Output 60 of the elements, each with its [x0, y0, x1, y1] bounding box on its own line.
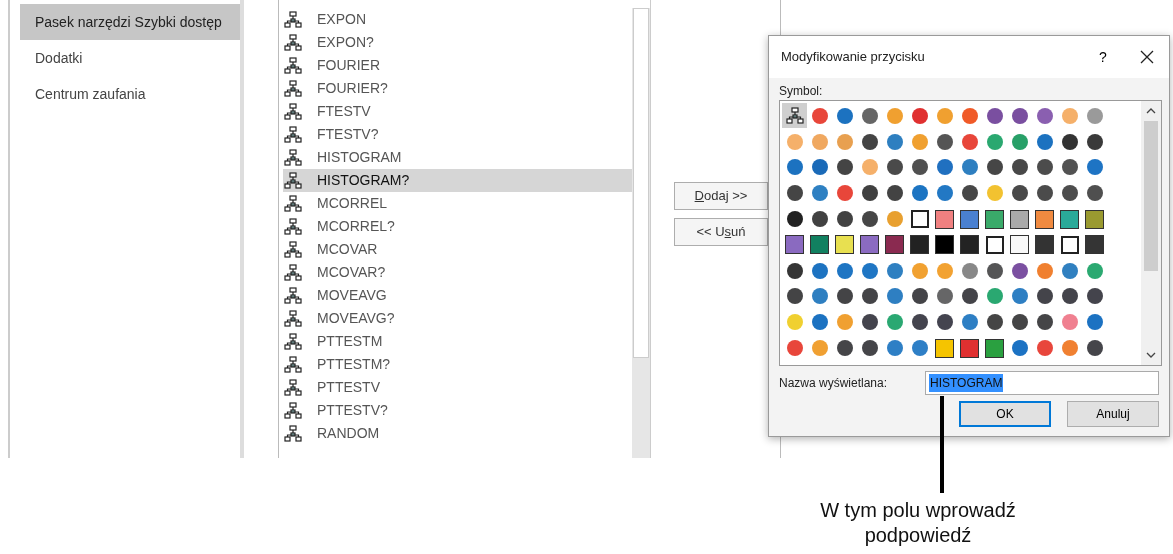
nav-item[interactable]: Centrum zaufania	[20, 76, 240, 112]
command-item[interactable]: EXPON	[283, 8, 632, 31]
tree-icon	[284, 217, 302, 236]
help-button[interactable]: ?	[1081, 42, 1125, 72]
square-outline-icon	[985, 235, 1004, 254]
callout-text: W tym polu wprowadź podpowiedź	[819, 498, 1017, 548]
command-item[interactable]: MOVEAVG?	[283, 307, 632, 330]
command-item[interactable]: MCORREL?	[283, 215, 632, 238]
tree-icon	[284, 401, 302, 420]
cancel-button[interactable]: Anuluj	[1067, 401, 1159, 427]
display-name-field[interactable]: HISTOGRAM	[925, 371, 1159, 395]
tree-icon	[284, 125, 302, 144]
nav-item[interactable]: Pasek narzędzi Szybki dostęp	[20, 4, 240, 40]
tree-icon	[284, 148, 302, 167]
square-outline-icon	[910, 210, 929, 229]
command-item[interactable]: FTESTV?	[283, 123, 632, 146]
close-icon	[1140, 50, 1154, 64]
square-outline-icon	[1060, 235, 1079, 254]
tree-icon	[284, 56, 302, 75]
command-item[interactable]: EXPON?	[283, 31, 632, 54]
command-item[interactable]: PTTESTM	[283, 330, 632, 353]
tree-icon	[284, 33, 302, 52]
tree-icon	[284, 79, 302, 98]
command-item[interactable]: PTTESTM?	[283, 353, 632, 376]
field-value: HISTOGRAM	[929, 374, 1004, 392]
symbol-label: Symbol:	[779, 83, 824, 100]
tree-icon	[284, 263, 302, 282]
hierarchy-icon	[785, 106, 804, 125]
command-item[interactable]: MCORREL	[283, 192, 632, 215]
tree-icon	[284, 171, 302, 190]
command-item[interactable]: FOURIER?	[283, 77, 632, 100]
tree-icon	[284, 102, 302, 121]
tree-icon	[284, 286, 302, 305]
tree-icon	[284, 332, 302, 351]
tree-icon	[284, 194, 302, 213]
add-button[interactable]: Dodaj >>	[674, 182, 768, 210]
tree-icon	[284, 355, 302, 374]
command-item[interactable]: RANDOM	[283, 422, 632, 445]
tree-icon	[284, 240, 302, 259]
symbol-option[interactable]	[782, 103, 807, 129]
command-item[interactable]: HISTOGRAM	[283, 146, 632, 169]
command-item[interactable]: HISTOGRAM?	[283, 169, 632, 192]
tree-icon	[284, 10, 302, 29]
tree-icon	[284, 378, 302, 397]
tree-icon	[284, 309, 302, 328]
command-item[interactable]: PTTESTV?	[283, 399, 632, 422]
scrollbar[interactable]	[1141, 101, 1161, 365]
remove-button[interactable]: << Usuń	[674, 218, 768, 246]
command-item[interactable]: FTESTV	[283, 100, 632, 123]
scrollbar[interactable]	[632, 8, 650, 458]
dialog-title: Modyfikowanie przycisku	[781, 48, 926, 67]
tree-icon	[284, 424, 302, 443]
command-item[interactable]: MOVEAVG	[283, 284, 632, 307]
command-item[interactable]: MCOVAR?	[283, 261, 632, 284]
nav-item[interactable]: Dodatki	[20, 40, 240, 76]
command-item[interactable]: MCOVAR	[283, 238, 632, 261]
ok-button[interactable]: OK	[959, 401, 1051, 427]
command-item[interactable]: PTTESTV	[283, 376, 632, 399]
command-item[interactable]: FOURIER	[283, 54, 632, 77]
name-label: Nazwa wyświetlana:	[779, 375, 889, 392]
